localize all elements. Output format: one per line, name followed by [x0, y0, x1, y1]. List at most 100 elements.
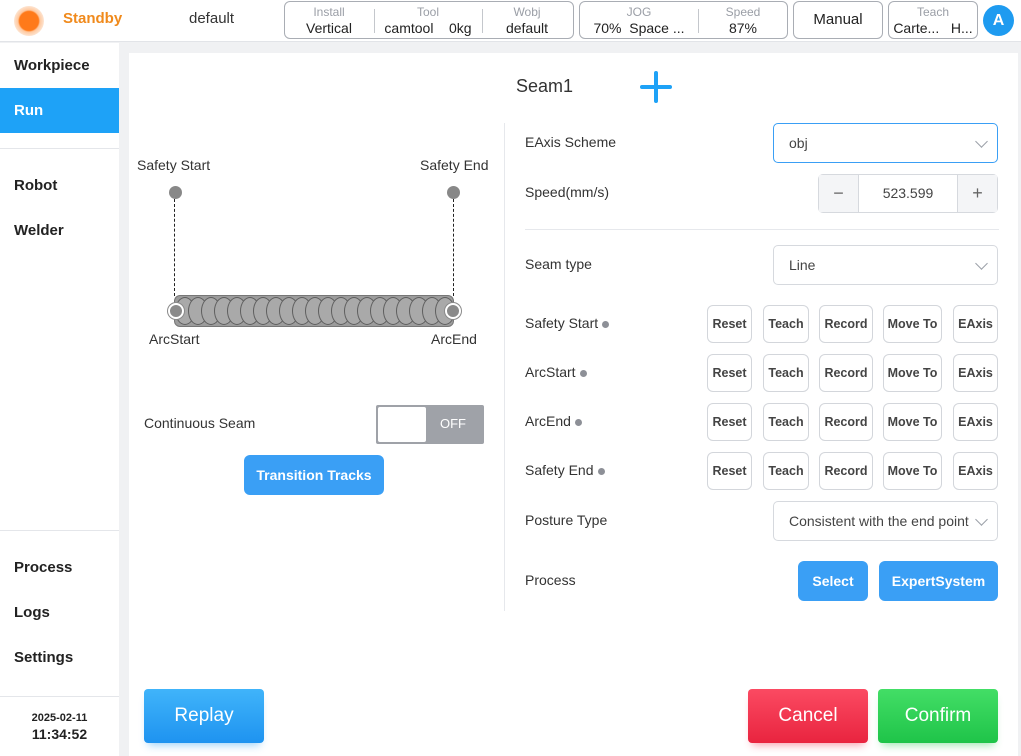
chevron-down-icon	[975, 135, 988, 148]
divider	[0, 530, 119, 531]
sidebar-item-logs[interactable]: Logs	[0, 590, 119, 635]
speed-stepper: − 523.599 +	[818, 174, 998, 213]
seam-type-select[interactable]: Line	[773, 245, 998, 285]
teach-frame: Carte...	[893, 20, 940, 36]
speed-label: Speed	[725, 5, 761, 19]
arc-start-label: ArcStart	[149, 331, 200, 347]
speed-cell[interactable]: Speed 87%	[699, 2, 787, 38]
expert-system-button[interactable]: ExpertSystem	[879, 561, 998, 601]
speed-input[interactable]: 523.599	[859, 175, 957, 212]
replay-button[interactable]: Replay	[144, 689, 264, 743]
teach-panel[interactable]: Teach Carte... H...	[888, 1, 978, 39]
teach-button[interactable]: Teach	[763, 305, 809, 343]
reset-button[interactable]: Reset	[707, 354, 752, 392]
cancel-button[interactable]: Cancel	[748, 689, 868, 743]
record-button[interactable]: Record	[819, 403, 873, 441]
record-button[interactable]: Record	[819, 354, 873, 392]
point-label: Safety End	[525, 462, 605, 478]
manual-mode-button[interactable]: Manual	[793, 1, 883, 39]
tool-weight: 0kg	[449, 20, 472, 36]
teach-extra: H...	[950, 20, 973, 36]
eaxis-button[interactable]: EAxis	[953, 403, 998, 441]
move-to-button[interactable]: Move To	[883, 305, 942, 343]
posture-type-label: Posture Type	[525, 512, 608, 528]
jog-label: JOG	[626, 5, 652, 19]
move-to-button[interactable]: Move To	[883, 452, 942, 490]
safety-end-point-icon	[447, 186, 460, 199]
sidebar: Workpiece Run Robot Welder Process Logs …	[0, 43, 119, 756]
add-seam-icon[interactable]	[639, 70, 673, 104]
sidebar-item-run[interactable]: Run	[0, 88, 119, 133]
status-dot-icon	[579, 369, 587, 377]
seam-editor: Seam1 Safety Start Safety End ArcStart A…	[129, 53, 1018, 756]
divider	[0, 696, 119, 697]
jog-value: 70% Space ...	[580, 19, 698, 37]
status-dot-icon	[602, 320, 610, 328]
move-to-button[interactable]: Move To	[883, 403, 942, 441]
safety-end-label: Safety End	[420, 157, 489, 173]
eaxis-scheme-select[interactable]: obj	[773, 123, 998, 163]
point-label: ArcEnd	[525, 413, 582, 429]
tool-cell[interactable]: Tool camtool 0kg	[375, 2, 481, 38]
seam-type-value: Line	[789, 257, 816, 273]
wobj-value: default	[505, 20, 549, 36]
toggle-knob	[378, 407, 426, 442]
workspace-name[interactable]: default	[189, 10, 234, 27]
status-dot-icon	[597, 467, 605, 475]
install-cell[interactable]: Install Vertical	[285, 2, 373, 38]
toggle-state: OFF	[440, 416, 466, 431]
safety-start-point-icon	[169, 186, 182, 199]
avatar[interactable]: A	[983, 5, 1014, 36]
date-display: 2025-02-11	[31, 712, 88, 724]
teach-label: Teach	[916, 5, 950, 19]
eaxis-scheme-value: obj	[789, 135, 808, 151]
eaxis-button[interactable]: EAxis	[953, 354, 998, 392]
sidebar-item-settings[interactable]: Settings	[0, 635, 119, 680]
eaxis-button[interactable]: EAxis	[953, 305, 998, 343]
point-label: Safety Start	[525, 315, 610, 331]
teach-value: Carte... H...	[889, 19, 977, 37]
robot-config-panel[interactable]: Install Vertical Tool camtool 0kg Wobj d…	[284, 1, 574, 39]
confirm-button[interactable]: Confirm	[878, 689, 998, 743]
sidebar-item-workpiece[interactable]: Workpiece	[0, 43, 119, 88]
safety-start-path	[174, 199, 175, 296]
eaxis-button[interactable]: EAxis	[953, 452, 998, 490]
divider	[504, 123, 505, 611]
wobj-cell[interactable]: Wobj default	[483, 2, 571, 38]
record-button[interactable]: Record	[819, 305, 873, 343]
reset-button[interactable]: Reset	[707, 452, 752, 490]
posture-type-value: Consistent with the end point	[789, 513, 969, 529]
top-bar: Standby default Install Vertical Tool ca…	[0, 0, 1021, 42]
sidebar-item-process[interactable]: Process	[0, 545, 119, 590]
tool-name: camtool	[384, 20, 434, 36]
teach-button[interactable]: Teach	[763, 403, 809, 441]
seam-title: Seam1	[516, 76, 574, 96]
install-value: Vertical	[306, 20, 352, 36]
sidebar-item-welder[interactable]: Welder	[0, 208, 119, 253]
arc-end-point-icon	[445, 303, 461, 319]
continuous-seam-toggle[interactable]: OFF	[376, 405, 484, 444]
arc-start-point-icon	[168, 303, 184, 319]
eaxis-scheme-label: EAxis Scheme	[525, 134, 617, 150]
arc-end-label: ArcEnd	[431, 331, 477, 347]
point-label-text: ArcStart	[525, 364, 576, 380]
teach-button[interactable]: Teach	[763, 452, 809, 490]
divider	[0, 148, 119, 149]
install-label: Install	[313, 5, 345, 19]
posture-type-select[interactable]: Consistent with the end point	[773, 501, 998, 541]
decrease-button[interactable]: −	[819, 175, 859, 212]
weld-bead-icon	[174, 295, 454, 327]
process-select-button[interactable]: Select	[798, 561, 868, 601]
increase-button[interactable]: +	[957, 175, 997, 212]
jog-cell[interactable]: JOG 70% Space ...	[580, 2, 698, 38]
reset-button[interactable]: Reset	[707, 305, 752, 343]
jog-speed-panel[interactable]: JOG 70% Space ... Speed 87%	[579, 1, 788, 39]
sidebar-item-robot[interactable]: Robot	[0, 163, 119, 208]
move-to-button[interactable]: Move To	[883, 354, 942, 392]
teach-button[interactable]: Teach	[763, 354, 809, 392]
point-label-text: ArcEnd	[525, 413, 571, 429]
teach-cell[interactable]: Teach Carte... H...	[889, 2, 977, 38]
reset-button[interactable]: Reset	[707, 403, 752, 441]
record-button[interactable]: Record	[819, 452, 873, 490]
transition-tracks-button[interactable]: Transition Tracks	[244, 455, 384, 495]
